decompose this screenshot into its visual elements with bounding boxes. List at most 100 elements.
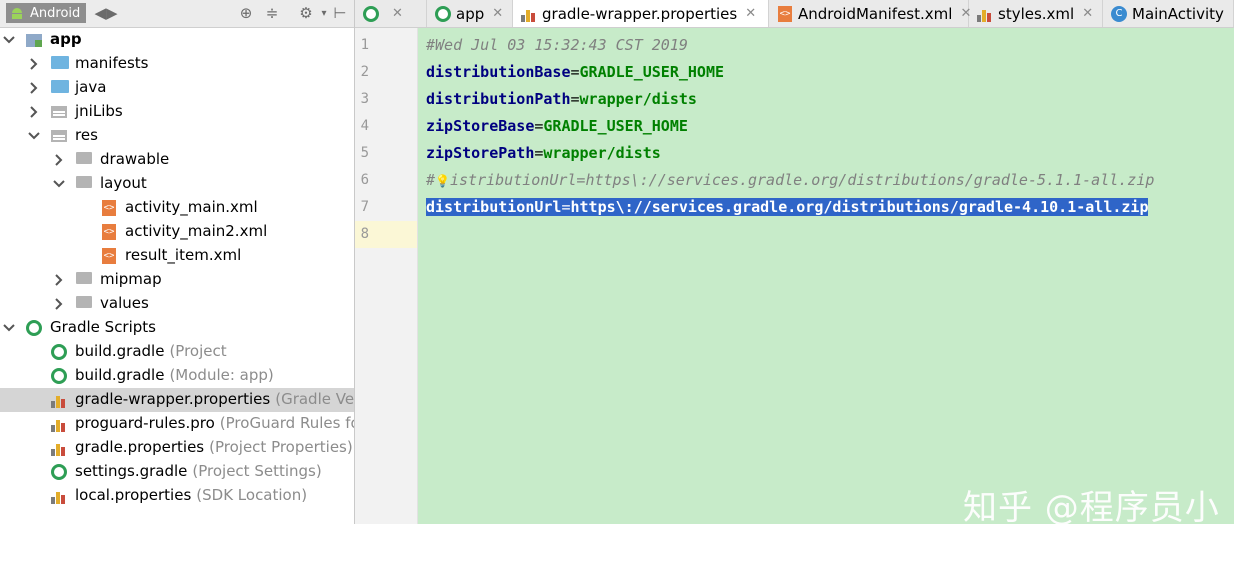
code-line-text: #💡istributionUrl=https\://services.gradl…: [426, 171, 1154, 189]
tree-item[interactable]: res: [0, 124, 354, 148]
code-token: istributionUrl=https\://services.gradle.…: [449, 171, 1155, 189]
code-line-text: distributionPath=wrapper/dists: [426, 90, 697, 108]
xml-file-icon: <>: [101, 248, 119, 264]
editor-tab[interactable]: <> AndroidManifest.xml ✕: [769, 0, 971, 27]
tree-item[interactable]: java: [0, 76, 354, 100]
chevron-down-icon[interactable]: [2, 33, 16, 47]
tree-item-hint: (SDK Location): [196, 486, 308, 504]
properties-file-icon: [521, 6, 537, 22]
editor-tab[interactable]: app ✕: [427, 0, 513, 27]
tree-item-name: mipmap: [100, 270, 162, 288]
line-number: 2: [360, 64, 369, 80]
chevron-down-icon[interactable]: [2, 321, 16, 335]
chevron-right-icon[interactable]: [52, 153, 66, 167]
tree-item[interactable]: Gradle Scripts: [0, 316, 354, 340]
chevron-down-icon[interactable]: [52, 177, 66, 191]
project-view-selector[interactable]: Android: [6, 3, 87, 23]
tree-item[interactable]: layout: [0, 172, 354, 196]
properties-file-icon: [977, 6, 993, 22]
tree-item[interactable]: jniLibs: [0, 100, 354, 124]
tree-item-label: app: [50, 30, 82, 48]
editor-tab-label: AndroidManifest.xml: [798, 4, 953, 23]
properties-file-icon: [51, 392, 69, 408]
code-line: #Wed Jul 03 15:32:43 CST 2019: [426, 32, 688, 59]
hide-panel-icon[interactable]: ⊢: [330, 3, 350, 23]
gradle-icon: [435, 5, 451, 22]
editor-area: ✕ app ✕ gradle-wrapper.properties ✕ <> Android…: [355, 0, 1234, 577]
code-token: =: [570, 63, 580, 81]
code-line-text: distributionUrl=https\://services.gradle…: [426, 198, 1149, 216]
tree-item[interactable]: <> activity_main.xml: [0, 196, 354, 220]
editor-tab[interactable]: styles.xml ✕: [969, 0, 1103, 27]
code-token: =: [561, 198, 571, 216]
gradle-icon: [51, 464, 67, 480]
tree-item-label: jniLibs: [75, 102, 123, 120]
tree-item[interactable]: build.gradle (Project: [0, 340, 354, 364]
close-icon[interactable]: ✕: [392, 6, 403, 21]
tree-item-name: settings.gradle: [75, 462, 188, 480]
chevron-down-icon[interactable]: [27, 129, 41, 143]
gradle-icon: [363, 5, 379, 22]
close-icon[interactable]: ✕: [492, 6, 503, 21]
tree-item[interactable]: gradle-wrapper.properties (Gradle Ver: [0, 388, 354, 412]
line-number: 5: [360, 145, 369, 161]
tree-item[interactable]: local.properties (SDK Location): [0, 484, 354, 508]
chevron-right-icon[interactable]: [27, 81, 41, 95]
gear-icon[interactable]: ⚙: [296, 3, 316, 23]
code-line: distributionBase=GRADLE_USER_HOME: [426, 59, 724, 86]
xml-file-icon: <>: [777, 5, 793, 22]
tree-item[interactable]: gradle.properties (Project Properties): [0, 436, 354, 460]
code-line-text: distributionBase=GRADLE_USER_HOME: [426, 63, 724, 81]
close-icon[interactable]: ✕: [745, 6, 756, 21]
code-line: zipStoreBase=GRADLE_USER_HOME: [426, 113, 688, 140]
editor-tab-label: MainActivity: [1132, 4, 1224, 23]
folder-icon: [51, 80, 69, 93]
tree-item-hint: (ProGuard Rules fo: [219, 414, 355, 432]
tree-item[interactable]: build.gradle (Module: app): [0, 364, 354, 388]
code-line: distributionPath=wrapper/dists: [426, 86, 697, 113]
editor-tab[interactable]: ✕: [355, 0, 427, 27]
lightbulb-icon[interactable]: 💡: [435, 174, 450, 188]
tree-item[interactable]: <> result_item.xml: [0, 244, 354, 268]
tree-item[interactable]: mipmap: [0, 268, 354, 292]
code-area[interactable]: 知乎 @程序员小度 https://blog.csdn.net/sarsscof…: [418, 28, 1234, 577]
tree-item-label: build.gradle (Project: [75, 342, 227, 360]
project-view-label: Android: [30, 5, 81, 21]
chevron-right-icon[interactable]: [27, 57, 41, 71]
tree-item[interactable]: settings.gradle (Project Settings): [0, 460, 354, 484]
collapse-all-icon[interactable]: ≑: [262, 3, 282, 23]
chevron-right-icon[interactable]: [52, 297, 66, 311]
android-icon: [12, 8, 22, 19]
tree-item-label: build.gradle (Module: app): [75, 366, 274, 384]
editor-tab[interactable]: C MainActivity: [1103, 0, 1234, 27]
close-icon[interactable]: ✕: [1082, 6, 1093, 21]
tree-item-name: activity_main2.xml: [125, 222, 268, 240]
scroll-from-source-icon[interactable]: ⊕: [236, 3, 256, 23]
tree-item[interactable]: manifests: [0, 52, 354, 76]
tree-item[interactable]: app: [0, 28, 354, 52]
tree-item-label: activity_main.xml: [125, 198, 258, 216]
tree-item-name: result_item.xml: [125, 246, 242, 264]
chevron-right-icon[interactable]: [52, 273, 66, 287]
code-token: GRADLE_USER_HOME: [543, 117, 688, 135]
collapse-arrows-icon[interactable]: ◀▶: [94, 3, 117, 23]
line-number: 8: [360, 226, 369, 242]
tree-item-name: manifests: [75, 54, 149, 72]
tree-item-name: proguard-rules.pro: [75, 414, 215, 432]
tree-item[interactable]: values: [0, 292, 354, 316]
tree-item[interactable]: <> activity_main2.xml: [0, 220, 354, 244]
code-line: #💡istributionUrl=https\://services.gradl…: [426, 167, 1154, 194]
project-panel: Android ◀▶ ⊕ ≑ ⚙ ▾ ⊢ app manifests java jni…: [0, 0, 355, 524]
tree-item-label: result_item.xml: [125, 246, 241, 264]
tree-item-label: values: [100, 294, 149, 312]
editor-tab-label: app: [456, 4, 485, 23]
tree-item-label: manifests: [75, 54, 149, 72]
code-token: wrapper/dists: [579, 90, 697, 108]
tree-item[interactable]: proguard-rules.pro (ProGuard Rules fo: [0, 412, 354, 436]
tree-item[interactable]: drawable: [0, 148, 354, 172]
tree-item-label: layout: [100, 174, 147, 192]
class-icon: C: [1111, 5, 1127, 22]
chevron-right-icon[interactable]: [27, 105, 41, 119]
editor-tab[interactable]: gradle-wrapper.properties ✕: [513, 0, 769, 27]
code-token: #Wed Jul 03 15:32:43 CST 2019: [426, 36, 688, 54]
